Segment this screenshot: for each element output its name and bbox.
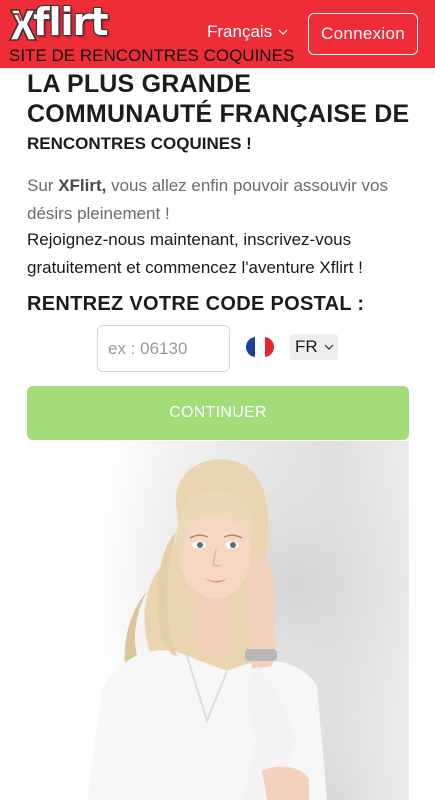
country-code: FR <box>295 337 318 356</box>
intro-brand: XFlirt, <box>58 176 107 195</box>
language-selector[interactable]: Français <box>207 22 288 42</box>
continue-button[interactable]: CONTINUER <box>27 386 409 440</box>
login-button[interactable]: Connexion <box>308 13 418 55</box>
intro-prefix: Sur <box>27 176 59 195</box>
chevron-down-icon <box>324 344 334 350</box>
chevron-down-icon <box>278 29 288 35</box>
france-flag-icon <box>246 337 274 357</box>
intro-text: Sur XFlirt, vous allez enfin pouvoir ass… <box>27 172 412 228</box>
hero-photo <box>27 441 409 800</box>
logo-wordmark: flirt <box>33 0 108 44</box>
page-subheadline: RENCONTRES COQUINES ! <box>27 134 252 153</box>
woman-illustration <box>27 441 409 800</box>
zip-code-input[interactable] <box>97 325 230 372</box>
zip-title: RENTREZ VOTRE CODE POSTAL : <box>27 293 365 315</box>
page-headline: LA PLUS GRANDE COMMUNAUTÉ FRANÇAISE DE <box>27 70 410 128</box>
site-header: flirt Français Connexion SITE DE RENCONT… <box>0 0 435 68</box>
xflirt-logo[interactable]: flirt <box>8 0 112 46</box>
site-tagline: SITE DE RENCONTRES COQUINES <box>9 46 295 65</box>
intro-cta-text: Rejoignez-nous maintenant, inscrivez-vou… <box>27 230 363 277</box>
language-label: Français <box>207 22 273 41</box>
country-select[interactable]: FR <box>290 334 338 360</box>
